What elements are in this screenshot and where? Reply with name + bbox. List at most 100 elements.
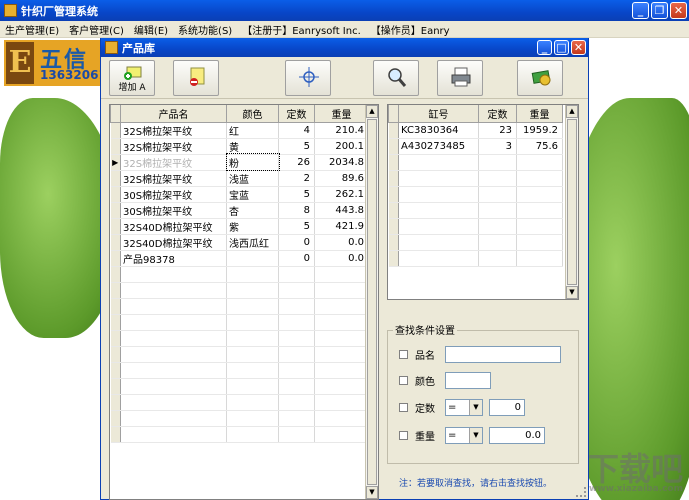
cell-weight[interactable]: 443.8 bbox=[314, 202, 369, 219]
cell-count[interactable]: 0 bbox=[278, 234, 315, 251]
cell-vat[interactable]: A430273485 bbox=[398, 138, 479, 155]
cell-name[interactable] bbox=[120, 330, 227, 347]
row-indicator[interactable] bbox=[388, 170, 399, 187]
cell-name[interactable] bbox=[120, 378, 227, 395]
search-button[interactable] bbox=[373, 60, 419, 96]
scroll-down-arrow-icon[interactable]: ▼ bbox=[566, 286, 578, 299]
child-minimize-button[interactable]: _ bbox=[537, 40, 552, 55]
table-row[interactable]: 32S棉拉架平纹红 4 210.4 bbox=[110, 122, 369, 139]
cell-name[interactable]: 32S棉拉架平纹 bbox=[120, 138, 227, 155]
cell-color[interactable]: 浅蓝 bbox=[226, 170, 279, 187]
col-vat-number[interactable]: 缸号 bbox=[398, 105, 479, 123]
cell-count[interactable]: 23 bbox=[478, 122, 517, 139]
table-row[interactable] bbox=[388, 234, 563, 251]
cell-count[interactable] bbox=[478, 186, 517, 203]
table-row[interactable] bbox=[388, 202, 563, 219]
table-row[interactable]: 32S棉拉架平纹 浅蓝 2 89.6 bbox=[110, 170, 369, 187]
product-grid-scrollbar[interactable]: ▲ ▼ bbox=[365, 105, 378, 499]
weight-operator-select[interactable]: = ▼ bbox=[445, 427, 483, 444]
color-checkbox[interactable] bbox=[399, 376, 408, 385]
row-indicator[interactable] bbox=[110, 426, 121, 443]
cell-name[interactable]: 30S棉拉架平纹 bbox=[120, 186, 227, 203]
chevron-down-icon[interactable]: ▼ bbox=[469, 428, 482, 443]
row-indicator[interactable] bbox=[110, 250, 121, 267]
scroll-thumb[interactable] bbox=[567, 119, 577, 285]
cell-name[interactable] bbox=[120, 282, 227, 299]
cell-count[interactable] bbox=[278, 410, 315, 427]
row-indicator[interactable] bbox=[110, 234, 121, 251]
cell-color[interactable] bbox=[226, 330, 279, 347]
print-button[interactable] bbox=[437, 60, 483, 96]
cell-name[interactable]: 32S棉拉架平纹 bbox=[120, 170, 227, 187]
cell-weight[interactable]: 200.1 bbox=[314, 138, 369, 155]
row-indicator[interactable] bbox=[110, 122, 121, 139]
cell-weight[interactable] bbox=[516, 186, 563, 203]
cell-color[interactable] bbox=[226, 362, 279, 379]
count-operator-select[interactable]: = ▼ bbox=[445, 399, 483, 416]
cell-name[interactable] bbox=[120, 394, 227, 411]
cell-count[interactable] bbox=[278, 314, 315, 331]
cell-name[interactable] bbox=[120, 298, 227, 315]
table-row[interactable]: 32S40D棉拉架平纹紫 5 421.9 bbox=[110, 218, 369, 235]
table-row[interactable] bbox=[110, 266, 369, 283]
table-row[interactable]: KC3830364 23 1959.2 bbox=[388, 122, 563, 139]
cell-color[interactable] bbox=[226, 394, 279, 411]
cell-count[interactable] bbox=[478, 170, 517, 187]
cell-weight[interactable]: 0.0 bbox=[314, 250, 369, 267]
cell-name[interactable] bbox=[120, 362, 227, 379]
cell-color[interactable]: 紫 bbox=[226, 218, 279, 235]
table-row[interactable] bbox=[110, 410, 369, 427]
add-button[interactable]: 增加 A bbox=[109, 60, 155, 96]
row-indicator[interactable] bbox=[388, 202, 399, 219]
row-indicator[interactable] bbox=[110, 170, 121, 187]
cell-weight[interactable] bbox=[314, 394, 369, 411]
cell-weight[interactable] bbox=[314, 282, 369, 299]
table-row[interactable]: 产品98378 0 0.0 bbox=[110, 250, 369, 267]
table-row[interactable]: 30S棉拉架平纹杏 8 443.8 bbox=[110, 202, 369, 219]
cell-color[interactable] bbox=[226, 426, 279, 443]
maximize-button[interactable]: ❐ bbox=[651, 2, 668, 19]
cell-weight[interactable] bbox=[516, 250, 563, 267]
menu-customer[interactable]: 客户管理(C) bbox=[64, 22, 129, 37]
cell-weight[interactable] bbox=[314, 346, 369, 363]
col-vat-count[interactable]: 定数 bbox=[478, 105, 517, 123]
cell-count[interactable] bbox=[278, 378, 315, 395]
cell-color[interactable] bbox=[226, 266, 279, 283]
cell-count[interactable]: 26 bbox=[278, 154, 315, 171]
row-indicator[interactable] bbox=[110, 282, 121, 299]
cell-color[interactable]: 红 bbox=[226, 122, 279, 139]
table-row[interactable] bbox=[110, 426, 369, 443]
cell-weight[interactable] bbox=[516, 202, 563, 219]
cell-weight[interactable] bbox=[516, 154, 563, 171]
cell-weight[interactable] bbox=[314, 266, 369, 283]
cell-name[interactable]: 32S棉拉架平纹 bbox=[120, 154, 227, 171]
row-indicator[interactable] bbox=[388, 218, 399, 235]
table-row[interactable] bbox=[110, 394, 369, 411]
col-product-name[interactable]: 产品名 bbox=[120, 105, 227, 123]
weight-checkbox[interactable] bbox=[399, 431, 408, 440]
cell-count[interactable] bbox=[278, 346, 315, 363]
row-indicator[interactable] bbox=[110, 362, 121, 379]
row-indicator[interactable] bbox=[388, 138, 399, 155]
cell-count[interactable] bbox=[278, 426, 315, 443]
cell-name[interactable] bbox=[120, 426, 227, 443]
cell-count[interactable]: 0 bbox=[278, 250, 315, 267]
cell-color[interactable] bbox=[226, 378, 279, 395]
cell-color[interactable]: 黄 bbox=[226, 138, 279, 155]
cell-weight[interactable] bbox=[314, 426, 369, 443]
child-maximize-button[interactable]: □ bbox=[554, 40, 569, 55]
row-indicator[interactable] bbox=[110, 410, 121, 427]
cell-count[interactable]: 5 bbox=[278, 186, 315, 203]
menu-operator[interactable]: 【操作员】Eanry bbox=[366, 22, 455, 37]
cell-name[interactable] bbox=[120, 410, 227, 427]
cell-count[interactable] bbox=[478, 234, 517, 251]
cell-weight[interactable]: 89.6 bbox=[314, 170, 369, 187]
cell-count[interactable]: 5 bbox=[278, 138, 315, 155]
current-row-arrow-icon[interactable]: ▶ bbox=[110, 154, 121, 171]
col-color[interactable]: 颜色 bbox=[226, 105, 279, 123]
cell-vat[interactable]: KC3830364 bbox=[398, 122, 479, 139]
cell-color[interactable] bbox=[226, 410, 279, 427]
cell-count[interactable] bbox=[278, 266, 315, 283]
export-button[interactable] bbox=[517, 60, 563, 96]
cell-color[interactable] bbox=[226, 346, 279, 363]
